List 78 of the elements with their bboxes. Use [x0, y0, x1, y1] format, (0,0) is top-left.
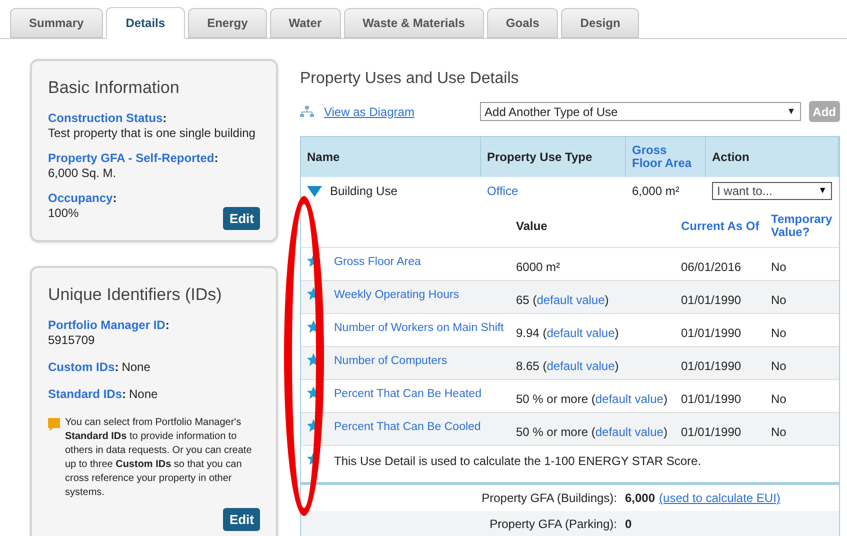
star-note: This Use Detail is used to calculate the 1-100 ENERGY STAR Score. [334, 453, 702, 470]
view-diagram-link[interactable]: View as Diagram [324, 102, 480, 120]
tab[interactable]: Summary [10, 8, 103, 38]
field-value: 100% [48, 206, 79, 220]
column-header: Name [307, 149, 340, 166]
detail-date: 01/01/1990 [681, 424, 742, 441]
use-type-link[interactable]: Office [481, 182, 518, 200]
field-label: Portfolio Manager ID: [48, 318, 170, 332]
column-header: Property Use Type [487, 149, 592, 166]
field-value: Test property that is one single building [48, 126, 256, 140]
detail-temporary: No [771, 358, 788, 375]
detail-value: 65 (default value) [516, 292, 610, 309]
detail-temporary: No [771, 325, 788, 342]
edit-button[interactable]: Edit [223, 508, 260, 531]
field-value: None [122, 360, 150, 374]
use-detail-link[interactable]: Gross Floor Area [334, 254, 421, 272]
detail-column-header: Value [516, 218, 548, 235]
use-type-select[interactable]: Add Another Type of Use ▼ [480, 102, 801, 121]
dropdown-arrow-icon: ▼ [786, 104, 796, 118]
card-title: Unique Identifiers (IDs) [48, 284, 223, 306]
field-label: Standard IDs: [48, 386, 126, 402]
tab[interactable]: Waste & Materials [344, 8, 484, 38]
detail-date: 01/01/1990 [681, 391, 742, 408]
detail-column-header: Temporary Value? [771, 213, 834, 239]
detail-value: 50 % or more (default value) [516, 424, 668, 441]
default-value-link[interactable]: default value [546, 359, 615, 373]
default-value-link[interactable]: default value [536, 293, 605, 307]
field-label: Occupancy: [48, 190, 117, 206]
detail-date: 01/01/1990 [681, 358, 742, 375]
detail-value: 50 % or more (default value) [516, 391, 668, 408]
tab[interactable]: Goals [486, 8, 558, 38]
detail-temporary: No [771, 424, 788, 441]
field-label: Construction Status: [48, 110, 167, 126]
use-detail-link[interactable]: Number of Computers [334, 353, 448, 370]
detail-column-header: Current As Of [681, 220, 760, 232]
column-header[interactable]: Gross Floor Area [632, 144, 699, 170]
field-value: 6,000 Sq. M. [48, 166, 116, 180]
column-header: Action [712, 149, 750, 166]
detail-value: 8.65 (default value) [516, 358, 620, 375]
info-note: You can select from Portfolio Manager's Standard IDs to provide information to others in data requests. Or you can create up to three Custom IDs so that you can cross reference your property in other systems. [65, 416, 253, 500]
detail-value: 9.94 (default value) [516, 325, 620, 342]
use-detail-link[interactable]: Number of Workers on Main Shift [334, 320, 504, 338]
eui-link[interactable]: (used to calculate EUI) [659, 489, 780, 507]
detail-value: 6000 m² [516, 259, 562, 276]
total-label: Property GFA (Parking): [488, 516, 618, 533]
field-value: 5915709 [48, 332, 95, 348]
use-name: Building Use [330, 183, 398, 200]
detail-temporary: No [771, 391, 788, 408]
collapse-triangle-icon[interactable] [307, 186, 322, 196]
tab[interactable]: Design [561, 8, 640, 38]
field-label: Custom IDs: [48, 360, 119, 374]
dropdown-arrow-icon: ▼ [818, 184, 827, 198]
detail-temporary: No [771, 259, 788, 276]
total-value: 0 [625, 516, 632, 533]
total-value: 6,000 [625, 490, 656, 507]
detail-date: 06/01/2016 [681, 259, 742, 276]
tab[interactable]: Details [106, 7, 186, 39]
diagram-icon [300, 106, 314, 118]
use-detail-link[interactable]: Percent That Can Be Cooled [334, 419, 481, 436]
default-value-link[interactable]: default value [546, 326, 615, 340]
detail-temporary: No [771, 292, 788, 309]
section-title: Property Uses and Use Details [300, 69, 520, 89]
total-label: Property GFA (Buildings): [480, 490, 618, 507]
detail-date: 01/01/1990 [681, 292, 742, 309]
default-value-link[interactable]: default value [595, 392, 664, 406]
card-title: Basic Information [48, 77, 180, 99]
info-icon [48, 418, 60, 432]
default-value-link[interactable]: default value [595, 425, 664, 439]
use-detail-link[interactable]: Percent That Can Be Heated [334, 386, 482, 404]
detail-date: 01/01/1990 [681, 325, 742, 342]
edit-button[interactable]: Edit [223, 206, 260, 230]
tab[interactable]: Energy [188, 8, 267, 38]
action-select[interactable]: I want to... ▼ [712, 182, 832, 200]
use-detail-link[interactable]: Weekly Operating Hours [334, 287, 460, 304]
field-label: Property GFA - Self-Reported: [48, 150, 218, 166]
tab[interactable]: Water [270, 8, 341, 38]
use-gfa: 6,000 m² [631, 183, 680, 200]
field-value: None [129, 386, 158, 402]
